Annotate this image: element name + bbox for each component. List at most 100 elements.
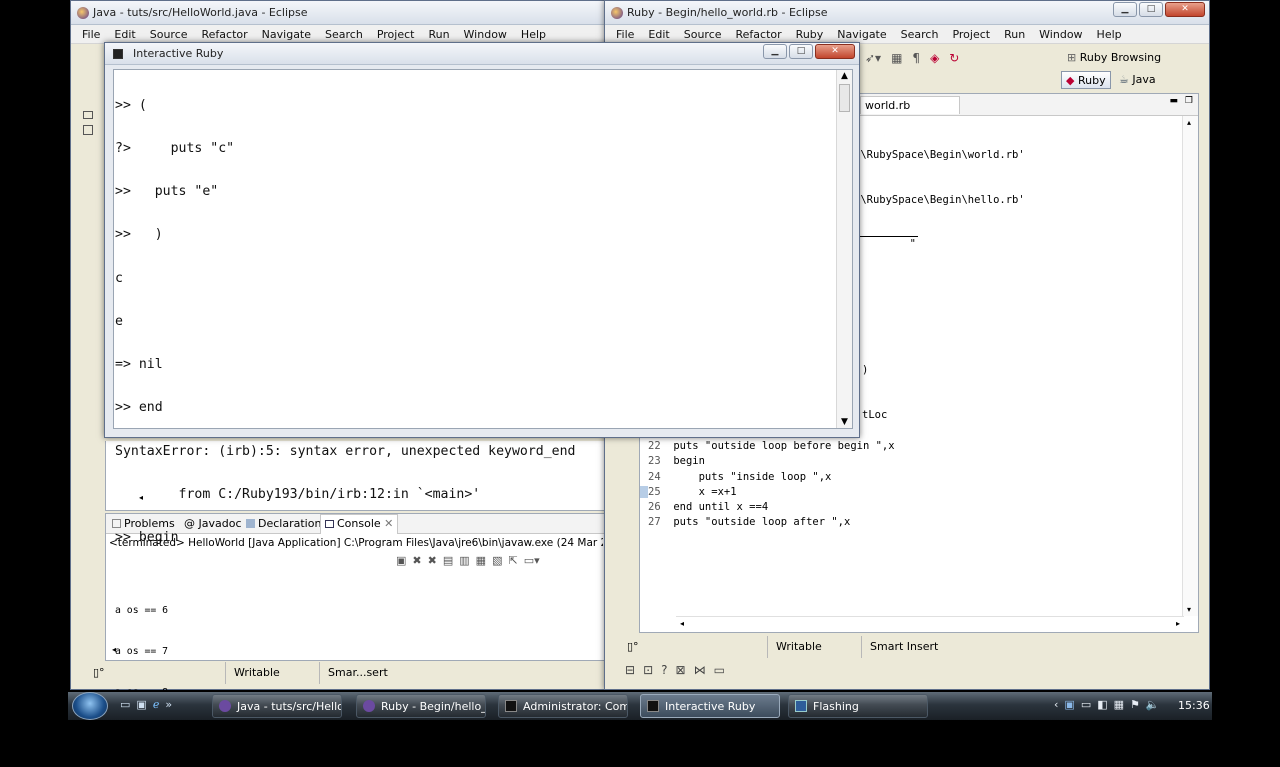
menu-refactor[interactable]: Refactor (195, 25, 255, 43)
help-icon[interactable]: ? (661, 663, 667, 677)
taskbar-item-ruby-eclipse[interactable]: Ruby - Begin/hello_... (356, 694, 486, 718)
scroll-down-icon[interactable]: ▾ (1187, 605, 1191, 614)
scroll-left-icon[interactable]: ◂ (680, 619, 684, 628)
irb-line: >> begin (115, 530, 179, 545)
perspective-java[interactable]: ☕ Java (1119, 73, 1156, 86)
status-writable: Writable (225, 662, 288, 684)
menu-project[interactable]: Project (370, 25, 422, 43)
java-titlebar[interactable]: Java - tuts/src/HelloWorld.java - Eclips… (71, 1, 609, 25)
menu-window[interactable]: Window (457, 25, 514, 43)
run-tool-icon[interactable]: ➶▾ (865, 51, 881, 65)
menu-ruby[interactable]: Ruby (789, 25, 831, 43)
maximize-button[interactable]: □ (789, 44, 813, 59)
close-button[interactable]: ✕ (1165, 2, 1205, 17)
menu-help[interactable]: Help (1090, 25, 1129, 43)
java-window-title: Java - tuts/src/HelloWorld.java - Eclips… (93, 6, 308, 19)
menu-run[interactable]: Run (997, 25, 1032, 43)
menu-file[interactable]: File (75, 25, 107, 43)
scroll-thumb[interactable] (839, 84, 850, 112)
fast-view-icon[interactable]: ▯° (627, 640, 639, 653)
menu-help[interactable]: Help (514, 25, 553, 43)
ruby-titlebar[interactable]: Ruby - Begin/hello_world.rb - Eclipse ▁ … (605, 1, 1209, 25)
code-line-25: 25 x =x+1 (640, 485, 895, 500)
taskbar-item-interactive-ruby[interactable]: Interactive Ruby (640, 694, 780, 718)
maximize-view-icon[interactable]: ❐ (1185, 96, 1193, 106)
close-button[interactable]: ✕ (815, 44, 855, 59)
switch-windows-icon[interactable]: ▣ (136, 698, 146, 711)
menu-navigate[interactable]: Navigate (830, 25, 893, 43)
tool-icon-6[interactable]: ▭ (714, 663, 725, 677)
code-line: e\RubySpace\Begin\hello.rb' (854, 194, 1025, 206)
refresh-icon[interactable]: ↻ (949, 51, 959, 65)
menu-source[interactable]: Source (677, 25, 729, 43)
ruby-window-title: Ruby - Begin/hello_world.rb - Eclipse (627, 6, 828, 19)
menu-search[interactable]: Search (318, 25, 370, 43)
network-icon[interactable]: ▦ (1114, 698, 1124, 711)
menu-search[interactable]: Search (894, 25, 946, 43)
tray-app-icon[interactable]: ▣ (1064, 698, 1074, 711)
vertical-scrollbar[interactable]: ▴ ▾ (1182, 116, 1198, 616)
menu-file[interactable]: File (609, 25, 641, 43)
tool-icon-1[interactable]: ⊟ (625, 663, 635, 677)
current-line-marker (640, 485, 648, 498)
irb-line: from C:/Ruby193/bin/irb:12:in `<main>' (115, 486, 481, 502)
menu-source[interactable]: Source (143, 25, 195, 43)
minimize-button[interactable]: ▁ (1113, 2, 1137, 17)
perspective-ruby[interactable]: ◆ Ruby (1061, 71, 1111, 89)
paragraph-icon[interactable]: ¶ (912, 51, 920, 65)
console-line: a os == 7 (115, 645, 169, 657)
menu-edit[interactable]: Edit (107, 25, 142, 43)
tray-expand-icon[interactable]: ‹ (1054, 698, 1058, 711)
tray-app2-icon[interactable]: ◧ (1097, 698, 1107, 711)
start-button[interactable] (72, 692, 108, 720)
volume-icon[interactable]: 🔈 (1146, 698, 1160, 711)
more-icon[interactable]: » (165, 698, 172, 711)
hierarchy-icon[interactable] (83, 125, 93, 135)
outline-icon[interactable]: ▦ (891, 51, 902, 65)
irb-console[interactable]: >> ( ?> puts "c" >> puts "e" >> ) c e =>… (113, 69, 853, 545)
menu-navigate[interactable]: Navigate (255, 25, 318, 43)
code-line: tLoc (862, 409, 888, 421)
scroll-right-icon[interactable]: ▸ (1176, 619, 1180, 628)
irb-window-title: Interactive Ruby (133, 47, 224, 60)
scroll-left-arrow-icon[interactable]: ◂ (112, 645, 116, 654)
menu-project[interactable]: Project (945, 25, 997, 43)
irb-line: >> ( (115, 97, 147, 113)
tool-icon-2[interactable]: ⊡ (643, 663, 653, 677)
flag-icon[interactable]: ⚑ (1130, 698, 1140, 711)
minimize-button[interactable]: ▁ (763, 44, 787, 59)
horizontal-scrollbar[interactable]: ◂ ▸ (676, 616, 1184, 632)
taskbar-item-flashing[interactable]: Flashing (788, 694, 928, 718)
scroll-up-icon[interactable]: ▲ (841, 71, 848, 81)
eclipse-icon (363, 700, 375, 712)
internet-explorer-icon[interactable]: ℯ (153, 698, 160, 711)
scroll-up-icon[interactable]: ▴ (1187, 118, 1191, 127)
taskbar-item-command-prompt[interactable]: Administrator: Com... (498, 694, 628, 718)
command-prompt-icon (505, 700, 517, 712)
show-desktop-icon[interactable]: ▭ (120, 698, 130, 711)
tray-monitor-icon[interactable]: ▭ (1081, 698, 1091, 711)
menu-edit[interactable]: Edit (641, 25, 676, 43)
tool-icon-5[interactable]: ⋈ (694, 663, 706, 677)
taskbar: ▭ ▣ ℯ » Java - tuts/src/Hello... Ruby - … (68, 692, 1212, 720)
quick-launch: ▭ ▣ ℯ » (120, 698, 172, 711)
restore-view-icon[interactable] (83, 111, 93, 119)
fast-view-icon[interactable]: ▯° (93, 666, 105, 679)
scroll-down-icon[interactable]: ▼ (841, 417, 848, 427)
editor-tab-world-rb[interactable]: world.rb (860, 96, 960, 114)
menu-refactor[interactable]: Refactor (729, 25, 789, 43)
minimize-view-icon[interactable]: ▬ (1169, 96, 1178, 106)
clock[interactable]: 15:36 (1178, 699, 1210, 712)
console-line: a os == 9 (115, 727, 169, 739)
ruby-gem-icon[interactable]: ◈ (930, 51, 939, 65)
irb-titlebar[interactable]: Interactive Ruby ▁ □ ✕ (105, 43, 859, 65)
perspective-ruby-browsing[interactable]: ⊞ Ruby Browsing (1067, 51, 1161, 64)
code-line: ) (862, 364, 869, 376)
maximize-button[interactable]: □ (1139, 2, 1163, 17)
taskbar-item-java-eclipse[interactable]: Java - tuts/src/Hello... (212, 694, 342, 718)
menu-window[interactable]: Window (1032, 25, 1089, 43)
ruby-bottom-toolbar: ⊟ ⊡ ? ⊠ ⋈ ▭ (625, 663, 725, 677)
irb-scrollbar[interactable]: ▲ ▼ (836, 70, 852, 428)
tool-icon-4[interactable]: ⊠ (676, 663, 686, 677)
menu-run[interactable]: Run (421, 25, 456, 43)
